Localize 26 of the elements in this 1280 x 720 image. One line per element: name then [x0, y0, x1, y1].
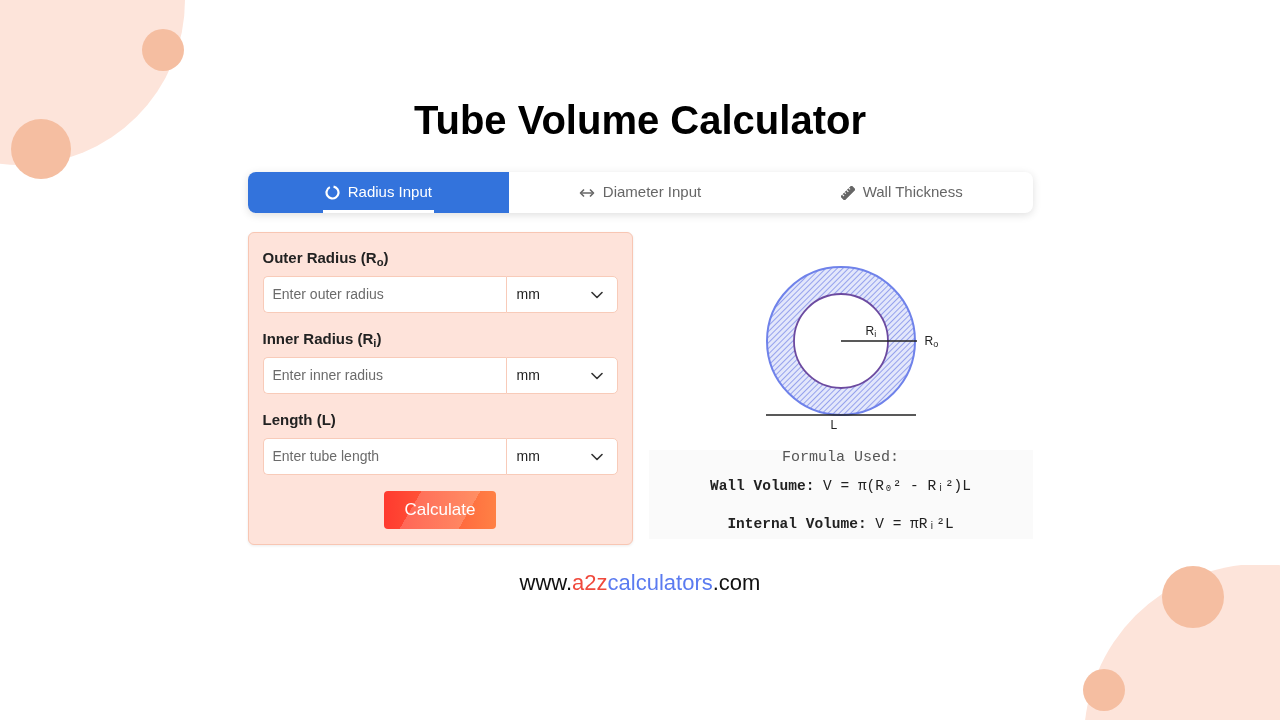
unit-select[interactable]: mm [505, 276, 618, 313]
chevron-down-icon [590, 452, 603, 461]
input-field[interactable]: Enter outer radius [262, 276, 506, 313]
formula-heading: Formula Used: [782, 450, 899, 466]
ring-icon [324, 185, 340, 200]
input-field[interactable]: Enter tube length [262, 438, 506, 475]
field-label: Inner Radius (R$_{i}$) [262, 329, 383, 349]
page-title: Tube Volume Calculator [413, 97, 867, 144]
tab[interactable]: Diameter Input [509, 172, 771, 213]
tab[interactable]: Wall Thickness [770, 172, 1033, 213]
field-label: Outer Radius (R$_{o}$) [262, 248, 390, 268]
ruler-icon [840, 185, 855, 200]
input-field[interactable]: Enter inner radius [262, 357, 506, 394]
website-url: www.a2zcalculators.com [519, 570, 761, 596]
outer-radius-label: R$_{o}$ [924, 334, 939, 348]
double-arrow-icon [578, 187, 595, 198]
chevron-down-icon [590, 371, 603, 380]
inner-radius-label: R$_{i}$ [865, 324, 877, 338]
field-label: Length (L) [262, 410, 337, 430]
unit-select[interactable]: mm [505, 357, 618, 394]
length-label: L [830, 418, 838, 432]
tab[interactable]: Radius Input [247, 172, 510, 213]
formula-text: Wall Volume: V = π(R₀² - Rᵢ²)L [709, 478, 972, 494]
formula-text: Internal Volume: V = πRᵢ²L [727, 516, 954, 532]
unit-select[interactable]: mm [505, 438, 618, 475]
chevron-down-icon [590, 290, 603, 299]
